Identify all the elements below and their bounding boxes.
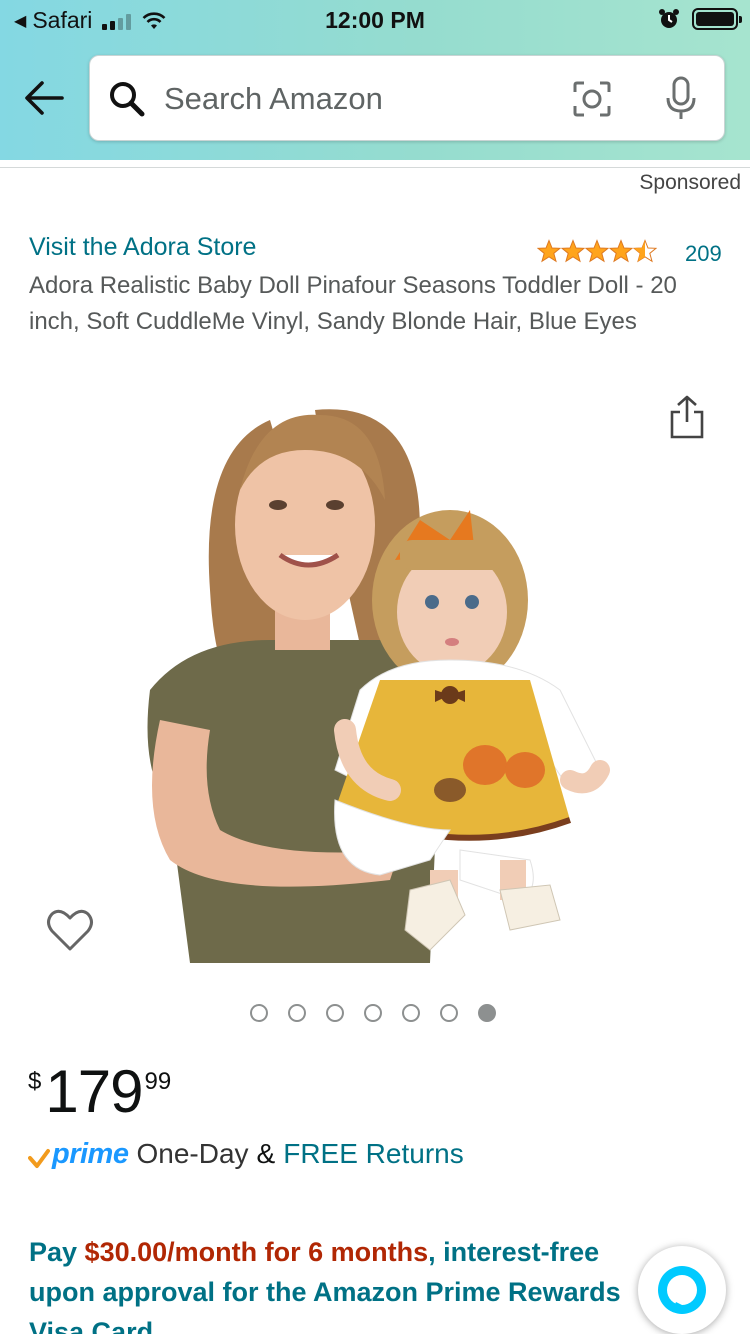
star-icon [537,239,561,263]
half-star-icon [633,239,657,263]
search-icon[interactable] [108,80,146,118]
carousel-dot[interactable] [326,1004,344,1022]
camera-icon[interactable] [572,80,612,118]
prime-check-icon [28,1148,50,1168]
heart-icon[interactable] [46,908,94,952]
carousel-dot[interactable] [288,1004,306,1022]
price: $ 179 99 [28,1062,171,1122]
price-symbol: $ [28,1068,42,1095]
status-right [658,8,742,30]
status-bar: ◀ Safari 12:00 PM [0,0,750,40]
star-icon [585,239,609,263]
star-icon [561,239,585,263]
alexa-icon [658,1266,706,1314]
carousel-dot[interactable] [402,1004,420,1022]
battery-icon [692,8,742,30]
promo-message[interactable]: Pay $30.00/month for 6 months, interest-… [29,1232,709,1334]
mic-icon[interactable] [664,76,698,122]
share-icon[interactable] [668,394,706,440]
star-icon [609,239,633,263]
price-whole: 179 [45,1058,143,1125]
free-returns-link[interactable]: FREE Returns [283,1138,464,1170]
promo-prefix: Pay [29,1237,85,1267]
price-fraction: 99 [144,1068,172,1095]
promo-amount: $30.00/month for 6 months [84,1237,429,1267]
ampersand: & [256,1138,276,1169]
search-input[interactable] [164,76,544,122]
rating-stars[interactable] [537,239,657,263]
carousel-dot[interactable] [440,1004,458,1022]
alarm-icon [659,9,679,28]
sponsored-label[interactable]: Sponsored [639,171,741,195]
carousel-dot[interactable] [364,1004,382,1022]
app-header: ◀ Safari 12:00 PM [0,0,750,160]
store-link[interactable]: Visit the Adora Store [29,233,256,262]
search-bar[interactable] [89,55,725,141]
one-day-label: One-Day [136,1138,249,1169]
delivery-info: prime One-Day & FREE Returns [28,1138,464,1171]
image-carousel-dots[interactable] [250,1004,496,1022]
rating[interactable]: 209 [537,235,722,267]
prime-label: prime [52,1138,129,1170]
product-image[interactable] [130,390,625,963]
rating-count[interactable]: 209 [685,241,722,267]
promo-line-2: upon approval for the Amazon Prime Rewar… [29,1277,621,1307]
promo-suffix: , interest-free [428,1237,600,1267]
header-divider [0,167,750,168]
promo-line-1: Pay $30.00/month for 6 months, interest-… [29,1232,709,1272]
alexa-button[interactable] [638,1246,726,1334]
product-title: Adora Realistic Baby Doll Pinafour Seaso… [29,272,677,335]
carousel-dot-active[interactable] [478,1004,496,1022]
status-time: 12:00 PM [325,7,425,33]
promo-line-3: Visa Card [29,1317,154,1334]
carousel-dot[interactable] [250,1004,268,1022]
back-arrow-icon[interactable] [22,78,66,118]
